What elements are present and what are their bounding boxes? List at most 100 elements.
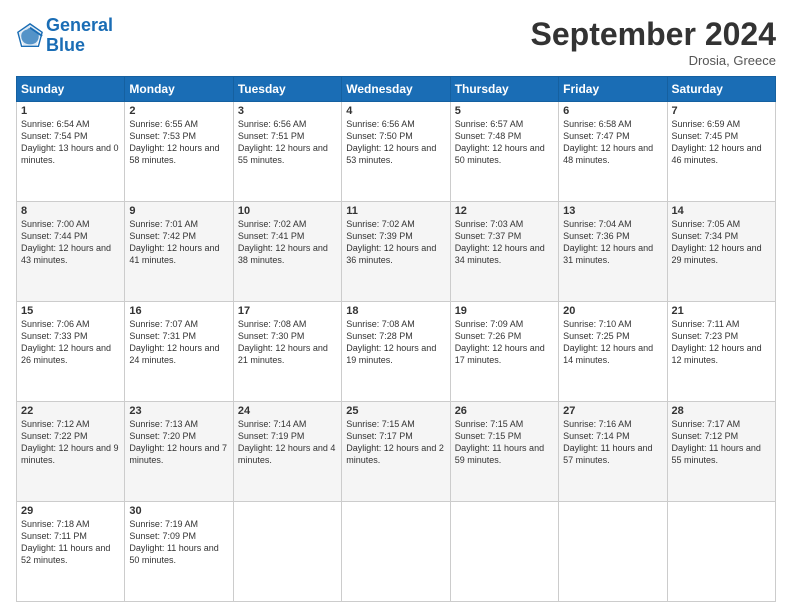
calendar-cell-day-26: 26Sunrise: 7:15 AMSunset: 7:15 PMDayligh… <box>450 402 558 502</box>
calendar-cell-day-14: 14Sunrise: 7:05 AMSunset: 7:34 PMDayligh… <box>667 202 775 302</box>
calendar-cell-day-21: 21Sunrise: 7:11 AMSunset: 7:23 PMDayligh… <box>667 302 775 402</box>
day-header-sunday: Sunday <box>17 77 125 102</box>
calendar-cell-day-30: 30Sunrise: 7:19 AMSunset: 7:09 PMDayligh… <box>125 502 233 602</box>
cell-content: Sunrise: 6:55 AMSunset: 7:53 PMDaylight:… <box>129 118 228 167</box>
header: General Blue September 2024 Drosia, Gree… <box>16 16 776 68</box>
day-number: 10 <box>238 205 337 217</box>
cell-content: Sunrise: 7:11 AMSunset: 7:23 PMDaylight:… <box>672 318 771 367</box>
cell-content: Sunrise: 7:17 AMSunset: 7:12 PMDaylight:… <box>672 418 771 467</box>
calendar-week-4: 22Sunrise: 7:12 AMSunset: 7:22 PMDayligh… <box>17 402 776 502</box>
calendar-cell-day-20: 20Sunrise: 7:10 AMSunset: 7:25 PMDayligh… <box>559 302 667 402</box>
day-number: 6 <box>563 105 662 117</box>
day-number: 23 <box>129 405 228 417</box>
logo-line1: General <box>46 16 113 36</box>
cell-content: Sunrise: 6:56 AMSunset: 7:51 PMDaylight:… <box>238 118 337 167</box>
cell-content: Sunrise: 6:57 AMSunset: 7:48 PMDaylight:… <box>455 118 554 167</box>
day-number: 2 <box>129 105 228 117</box>
cell-content: Sunrise: 7:07 AMSunset: 7:31 PMDaylight:… <box>129 318 228 367</box>
cell-content: Sunrise: 7:01 AMSunset: 7:42 PMDaylight:… <box>129 218 228 267</box>
day-header-tuesday: Tuesday <box>233 77 341 102</box>
calendar-cell-empty <box>667 502 775 602</box>
cell-content: Sunrise: 6:54 AMSunset: 7:54 PMDaylight:… <box>21 118 120 167</box>
calendar-cell-day-13: 13Sunrise: 7:04 AMSunset: 7:36 PMDayligh… <box>559 202 667 302</box>
cell-content: Sunrise: 7:05 AMSunset: 7:34 PMDaylight:… <box>672 218 771 267</box>
calendar-week-1: 1Sunrise: 6:54 AMSunset: 7:54 PMDaylight… <box>17 102 776 202</box>
calendar-cell-day-12: 12Sunrise: 7:03 AMSunset: 7:37 PMDayligh… <box>450 202 558 302</box>
day-number: 3 <box>238 105 337 117</box>
calendar-cell-day-11: 11Sunrise: 7:02 AMSunset: 7:39 PMDayligh… <box>342 202 450 302</box>
day-number: 20 <box>563 305 662 317</box>
calendar-cell-day-15: 15Sunrise: 7:06 AMSunset: 7:33 PMDayligh… <box>17 302 125 402</box>
cell-content: Sunrise: 7:08 AMSunset: 7:28 PMDaylight:… <box>346 318 445 367</box>
calendar-cell-day-28: 28Sunrise: 7:17 AMSunset: 7:12 PMDayligh… <box>667 402 775 502</box>
day-header-friday: Friday <box>559 77 667 102</box>
location: Drosia, Greece <box>531 53 776 68</box>
day-number: 19 <box>455 305 554 317</box>
cell-content: Sunrise: 7:08 AMSunset: 7:30 PMDaylight:… <box>238 318 337 367</box>
calendar-cell-day-17: 17Sunrise: 7:08 AMSunset: 7:30 PMDayligh… <box>233 302 341 402</box>
day-number: 29 <box>21 505 120 517</box>
day-number: 16 <box>129 305 228 317</box>
day-number: 22 <box>21 405 120 417</box>
calendar-cell-day-5: 5Sunrise: 6:57 AMSunset: 7:48 PMDaylight… <box>450 102 558 202</box>
day-number: 26 <box>455 405 554 417</box>
calendar-cell-day-2: 2Sunrise: 6:55 AMSunset: 7:53 PMDaylight… <box>125 102 233 202</box>
cell-content: Sunrise: 7:03 AMSunset: 7:37 PMDaylight:… <box>455 218 554 267</box>
calendar-cell-day-16: 16Sunrise: 7:07 AMSunset: 7:31 PMDayligh… <box>125 302 233 402</box>
day-number: 24 <box>238 405 337 417</box>
day-number: 30 <box>129 505 228 517</box>
calendar-cell-empty <box>559 502 667 602</box>
calendar-cell-empty <box>450 502 558 602</box>
calendar-week-2: 8Sunrise: 7:00 AMSunset: 7:44 PMDaylight… <box>17 202 776 302</box>
cell-content: Sunrise: 6:58 AMSunset: 7:47 PMDaylight:… <box>563 118 662 167</box>
calendar-cell-day-24: 24Sunrise: 7:14 AMSunset: 7:19 PMDayligh… <box>233 402 341 502</box>
day-number: 12 <box>455 205 554 217</box>
calendar-cell-day-3: 3Sunrise: 6:56 AMSunset: 7:51 PMDaylight… <box>233 102 341 202</box>
calendar-cell-day-23: 23Sunrise: 7:13 AMSunset: 7:20 PMDayligh… <box>125 402 233 502</box>
cell-content: Sunrise: 7:02 AMSunset: 7:39 PMDaylight:… <box>346 218 445 267</box>
day-number: 17 <box>238 305 337 317</box>
day-number: 27 <box>563 405 662 417</box>
day-number: 5 <box>455 105 554 117</box>
day-header-thursday: Thursday <box>450 77 558 102</box>
calendar-cell-day-4: 4Sunrise: 6:56 AMSunset: 7:50 PMDaylight… <box>342 102 450 202</box>
cell-content: Sunrise: 7:13 AMSunset: 7:20 PMDaylight:… <box>129 418 228 467</box>
day-number: 28 <box>672 405 771 417</box>
day-number: 25 <box>346 405 445 417</box>
calendar-cell-day-29: 29Sunrise: 7:18 AMSunset: 7:11 PMDayligh… <box>17 502 125 602</box>
cell-content: Sunrise: 7:19 AMSunset: 7:09 PMDaylight:… <box>129 518 228 567</box>
cell-content: Sunrise: 6:56 AMSunset: 7:50 PMDaylight:… <box>346 118 445 167</box>
day-number: 18 <box>346 305 445 317</box>
day-number: 4 <box>346 105 445 117</box>
calendar-cell-day-19: 19Sunrise: 7:09 AMSunset: 7:26 PMDayligh… <box>450 302 558 402</box>
calendar-cell-day-10: 10Sunrise: 7:02 AMSunset: 7:41 PMDayligh… <box>233 202 341 302</box>
cell-content: Sunrise: 7:14 AMSunset: 7:19 PMDaylight:… <box>238 418 337 467</box>
calendar-cell-day-8: 8Sunrise: 7:00 AMSunset: 7:44 PMDaylight… <box>17 202 125 302</box>
calendar-cell-day-7: 7Sunrise: 6:59 AMSunset: 7:45 PMDaylight… <box>667 102 775 202</box>
day-number: 14 <box>672 205 771 217</box>
calendar-cell-day-18: 18Sunrise: 7:08 AMSunset: 7:28 PMDayligh… <box>342 302 450 402</box>
cell-content: Sunrise: 7:12 AMSunset: 7:22 PMDaylight:… <box>21 418 120 467</box>
cell-content: Sunrise: 7:15 AMSunset: 7:17 PMDaylight:… <box>346 418 445 467</box>
day-number: 11 <box>346 205 445 217</box>
day-header-monday: Monday <box>125 77 233 102</box>
calendar-week-3: 15Sunrise: 7:06 AMSunset: 7:33 PMDayligh… <box>17 302 776 402</box>
month-title: September 2024 <box>531 16 776 53</box>
day-number: 15 <box>21 305 120 317</box>
cell-content: Sunrise: 7:18 AMSunset: 7:11 PMDaylight:… <box>21 518 120 567</box>
calendar-cell-day-22: 22Sunrise: 7:12 AMSunset: 7:22 PMDayligh… <box>17 402 125 502</box>
cell-content: Sunrise: 7:04 AMSunset: 7:36 PMDaylight:… <box>563 218 662 267</box>
day-number: 1 <box>21 105 120 117</box>
page: General Blue September 2024 Drosia, Gree… <box>0 0 792 612</box>
calendar-cell-empty <box>342 502 450 602</box>
calendar-cell-day-9: 9Sunrise: 7:01 AMSunset: 7:42 PMDaylight… <box>125 202 233 302</box>
logo-line2: Blue <box>46 36 113 56</box>
day-number: 8 <box>21 205 120 217</box>
title-block: September 2024 Drosia, Greece <box>531 16 776 68</box>
calendar-cell-empty <box>233 502 341 602</box>
cell-content: Sunrise: 7:16 AMSunset: 7:14 PMDaylight:… <box>563 418 662 467</box>
logo-icon <box>16 22 44 50</box>
cell-content: Sunrise: 7:10 AMSunset: 7:25 PMDaylight:… <box>563 318 662 367</box>
day-header-wednesday: Wednesday <box>342 77 450 102</box>
calendar-cell-day-6: 6Sunrise: 6:58 AMSunset: 7:47 PMDaylight… <box>559 102 667 202</box>
